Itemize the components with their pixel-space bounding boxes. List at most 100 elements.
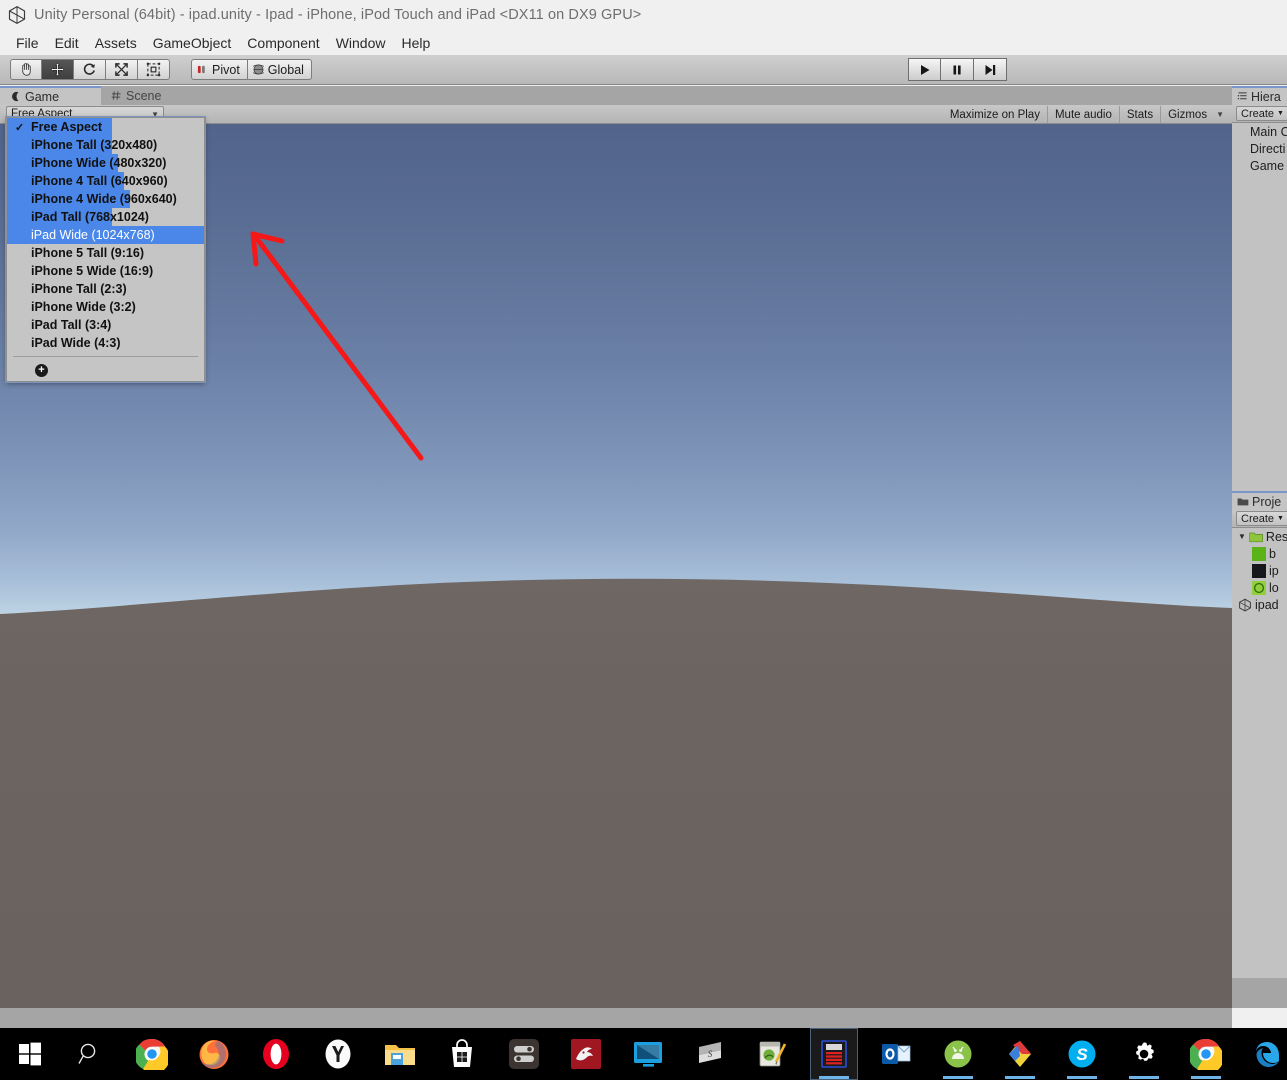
taskbar-icons: S S	[0, 1028, 1287, 1080]
menu-assets[interactable]: Assets	[87, 33, 145, 53]
menu-edit[interactable]: Edit	[47, 33, 87, 53]
pivot-toggle-button[interactable]: Pivot	[191, 59, 248, 80]
dropdown-item-iphone-wide-3-2[interactable]: iPhone Wide (3:2)	[7, 298, 204, 316]
game-view-bottom-pad	[0, 1008, 1232, 1028]
taskbar-yandex-button[interactable]	[314, 1028, 362, 1080]
asset-swatch-icon	[1252, 580, 1266, 595]
step-button[interactable]	[974, 58, 1007, 81]
maximize-on-play-button[interactable]: Maximize on Play	[943, 106, 1047, 123]
taskbar-gamemaker-button[interactable]	[562, 1028, 610, 1080]
taskbar-firefox-button[interactable]	[190, 1028, 238, 1080]
dropdown-item-ipad-wide-4-3[interactable]: iPad Wide (4:3)	[7, 334, 204, 352]
menu-bar: File Edit Assets GameObject Component Wi…	[0, 30, 1287, 55]
dropdown-item-iphone-tall-320x480[interactable]: iPhone Tall (320x480)	[7, 136, 204, 154]
tab-game[interactable]: Game	[0, 86, 101, 105]
tab-hierarchy[interactable]: Hiera	[1232, 86, 1287, 105]
menu-file[interactable]: File	[8, 33, 47, 53]
taskbar-unity-button[interactable]	[810, 1028, 858, 1080]
dropdown-item-ipad-tall-3-4[interactable]: iPad Tall (3:4)	[7, 316, 204, 334]
dropdown-item-ipad-wide-1024x768[interactable]: iPad Wide (1024x768)	[7, 226, 204, 244]
hierarchy-create-button[interactable]: Create ▼	[1236, 106, 1287, 121]
hierarchy-list[interactable]: Main C Directi Game	[1232, 123, 1287, 491]
dropdown-separator	[13, 356, 198, 357]
title-bar: Unity Personal (64bit) - ipad.unity - Ip…	[0, 0, 1287, 30]
play-button[interactable]	[908, 58, 941, 81]
hierarchy-item-directional-light[interactable]: Directi	[1232, 140, 1287, 157]
plus-icon[interactable]: +	[35, 363, 48, 377]
game-view-toolbar-right: Maximize on Play Mute audio Stats Gizmos…	[943, 106, 1228, 123]
gizmos-chevron-down-icon[interactable]: ▼	[1214, 106, 1228, 123]
project-item-resources[interactable]: ▼ Res	[1232, 528, 1287, 545]
scale-tool-button[interactable]	[106, 59, 138, 80]
taskbar-notes-app-button[interactable]	[748, 1028, 796, 1080]
folder-icon	[1249, 532, 1263, 542]
dropdown-item-iphone-4-tall-640x960[interactable]: iPhone 4 Tall (640x960)	[7, 172, 204, 190]
rect-tool-button[interactable]	[138, 59, 170, 80]
asset-swatch-icon	[1252, 563, 1266, 578]
taskbar-chrome-2-button[interactable]	[1182, 1028, 1230, 1080]
hierarchy-item-main-camera[interactable]: Main C	[1232, 123, 1287, 140]
taskbar-edge-button[interactable]	[1244, 1028, 1287, 1080]
menu-window[interactable]: Window	[328, 33, 394, 53]
taskbar-search-button[interactable]	[66, 1028, 114, 1080]
global-toggle-button[interactable]: Global	[247, 59, 312, 80]
taskbar-store-button[interactable]	[438, 1028, 486, 1080]
taskbar-chrome-button[interactable]	[128, 1028, 176, 1080]
taskbar-monitor-app-button[interactable]	[624, 1028, 672, 1080]
pivot-global-group: Pivot Global	[191, 59, 312, 80]
taskbar-outlook-button[interactable]	[872, 1028, 920, 1080]
view-tabstrip: Game Scene	[0, 86, 1232, 105]
project-item-b[interactable]: b	[1232, 545, 1287, 562]
taskbar-skype-button[interactable]: S	[1058, 1028, 1106, 1080]
menu-component[interactable]: Component	[239, 33, 327, 53]
move-tool-button[interactable]	[42, 59, 74, 80]
dropdown-item-ipad-tall-768x1024[interactable]: iPad Tall (768x1024)	[7, 208, 204, 226]
project-list[interactable]: ▼ Res b ip lo ipad	[1232, 528, 1287, 978]
dropdown-item-iphone-tall-2-3[interactable]: iPhone Tall (2:3)	[7, 280, 204, 298]
skype-icon: S	[1068, 1040, 1096, 1068]
chevron-down-icon[interactable]: ▼	[1238, 532, 1246, 541]
menu-help[interactable]: Help	[393, 33, 438, 53]
project-toolbar: Create ▼	[1232, 510, 1287, 528]
dropdown-item-iphone-5-tall-9-16[interactable]: iPhone 5 Tall (9:16)	[7, 244, 204, 262]
gear-icon	[1136, 1042, 1154, 1061]
taskbar-dark-app-button[interactable]	[500, 1028, 548, 1080]
tab-project[interactable]: Proje	[1232, 491, 1287, 510]
project-item-ip[interactable]: ip	[1232, 562, 1287, 579]
dropdown-item-iphone-4-wide-960x640[interactable]: iPhone 4 Wide (960x640)	[7, 190, 204, 208]
taskbar-diamond-app-button[interactable]	[996, 1028, 1044, 1080]
tab-scene[interactable]: Scene	[101, 86, 173, 105]
menu-gameobject[interactable]: GameObject	[145, 33, 240, 53]
project-item-lo[interactable]: lo	[1232, 579, 1287, 596]
dropdown-item-free-aspect[interactable]: ✓ Free Aspect	[7, 118, 204, 136]
dropdown-add-row[interactable]: +	[7, 360, 204, 380]
gizmos-button[interactable]: Gizmos	[1160, 106, 1214, 123]
mute-audio-button[interactable]: Mute audio	[1046, 106, 1119, 123]
project-item-ipad-scene[interactable]: ipad	[1232, 596, 1287, 613]
stats-button[interactable]: Stats	[1118, 106, 1160, 123]
chevron-down-icon: ▼	[1277, 515, 1284, 522]
tab-hierarchy-label: Hiera	[1251, 89, 1281, 104]
outlook-icon	[882, 1044, 911, 1064]
dropdown-item-iphone-wide-480x320[interactable]: iPhone Wide (480x320)	[7, 154, 204, 172]
taskbar-settings-button[interactable]	[1120, 1028, 1168, 1080]
firefox-icon	[199, 1040, 229, 1069]
chrome-icon	[1190, 1038, 1222, 1070]
project-create-button[interactable]: Create ▼	[1236, 511, 1287, 526]
unity-logo-icon	[8, 5, 26, 25]
pivot-icon	[197, 65, 205, 74]
dropdown-item-iphone-5-wide-16-9[interactable]: iPhone 5 Wide (16:9)	[7, 262, 204, 280]
rotate-tool-button[interactable]	[74, 59, 106, 80]
play-controls-group	[908, 58, 1007, 81]
hand-tool-button[interactable]	[10, 59, 42, 80]
move-arrows-icon	[50, 62, 65, 77]
taskbar-active-indicator	[1191, 1076, 1221, 1079]
windows-start-button[interactable]	[6, 1028, 54, 1080]
pause-button[interactable]	[941, 58, 974, 81]
taskbar-sublime-button[interactable]: S	[686, 1028, 734, 1080]
global-label: Global	[267, 62, 304, 77]
taskbar-file-explorer-button[interactable]	[376, 1028, 424, 1080]
taskbar-android-studio-button[interactable]	[934, 1028, 982, 1080]
hierarchy-item-gameobject[interactable]: Game	[1232, 157, 1287, 174]
taskbar-opera-button[interactable]	[252, 1028, 300, 1080]
